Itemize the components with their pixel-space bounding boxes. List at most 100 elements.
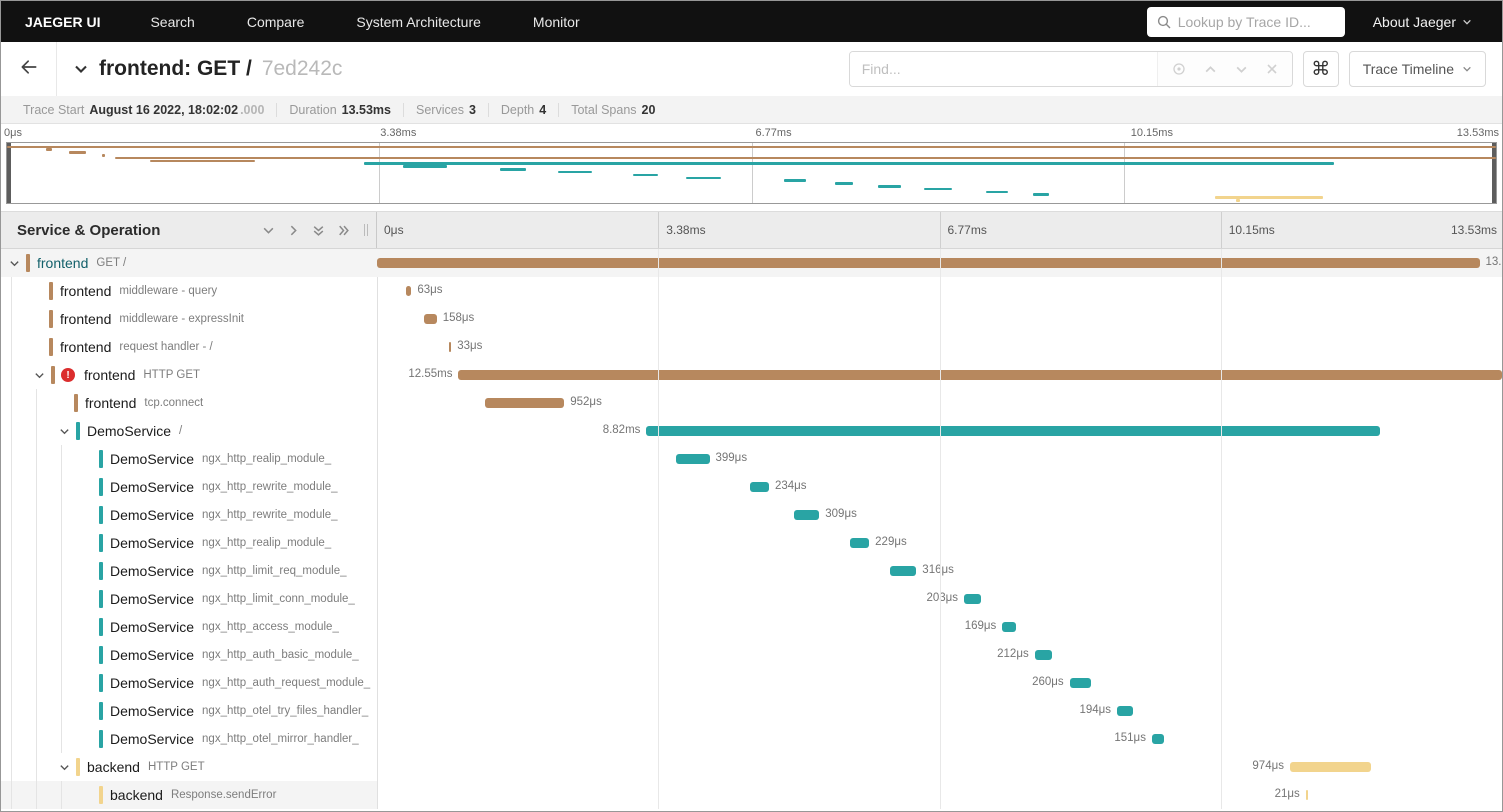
span-row-name-cell[interactable]: ! frontend request handler - /: [1, 333, 377, 361]
span-row-timeline-cell[interactable]: 203μs: [377, 585, 1502, 613]
span-row-name-cell[interactable]: ! frontend middleware - query: [1, 277, 377, 305]
span-row-timeline-cell[interactable]: 309μs: [377, 501, 1502, 529]
span-bar[interactable]: [850, 538, 870, 548]
span-row-timeline-cell[interactable]: 399μs: [377, 445, 1502, 473]
indent-guide: [11, 557, 12, 585]
span-row-timeline-cell[interactable]: 169μs: [377, 613, 1502, 641]
span-row-name-cell[interactable]: ! DemoService ngx_http_access_module_: [1, 613, 377, 641]
span-row-timeline-cell[interactable]: 194μs: [377, 697, 1502, 725]
span-bar[interactable]: [890, 566, 917, 576]
span-row-name-cell[interactable]: ! DemoService ngx_http_limit_req_module_: [1, 557, 377, 585]
trace-id: 7ed242c: [261, 57, 343, 80]
span-bar[interactable]: [1305, 790, 1308, 800]
span-row-name-cell[interactable]: ! DemoService ngx_http_rewrite_module_: [1, 473, 377, 501]
span-bar[interactable]: [646, 426, 1380, 436]
trace-id-lookup-input[interactable]: [1177, 13, 1335, 30]
column-resize-grip[interactable]: [364, 224, 368, 236]
timeline-tick-label: 13.53ms: [1450, 223, 1497, 237]
span-row-timeline-cell[interactable]: 316μs: [377, 557, 1502, 585]
span-row-timeline-cell[interactable]: 234μs: [377, 473, 1502, 501]
span-expand-chevron-icon[interactable]: [34, 370, 51, 381]
prev-result-icon[interactable]: [1204, 63, 1217, 76]
span-bar[interactable]: [377, 258, 1480, 268]
span-row-timeline-cell[interactable]: 151μs: [377, 725, 1502, 753]
span-bar[interactable]: [793, 510, 820, 520]
span-duration-label: 260μs: [1032, 676, 1064, 688]
collapse-one-icon[interactable]: [262, 224, 275, 237]
minimap-span-bar: [686, 176, 721, 180]
span-expand-chevron-icon[interactable]: [9, 258, 26, 269]
keyboard-shortcuts-button[interactable]: ⌘: [1302, 51, 1339, 87]
span-row-timeline-cell[interactable]: 158μs: [377, 305, 1502, 333]
span-bar[interactable]: [1002, 622, 1017, 632]
back-button[interactable]: [1, 42, 57, 96]
expand-all-icon[interactable]: [337, 224, 350, 237]
span-expand-chevron-icon[interactable]: [59, 762, 76, 773]
trace-minimap[interactable]: [6, 142, 1497, 204]
span-bar[interactable]: [749, 482, 769, 492]
trace-view-selector[interactable]: Trace Timeline: [1348, 51, 1486, 87]
span-row-timeline-cell[interactable]: 260μs: [377, 669, 1502, 697]
span-row-timeline-cell[interactable]: 33μs: [377, 333, 1502, 361]
span-row-name-cell[interactable]: ! DemoService ngx_http_otel_try_files_ha…: [1, 697, 377, 725]
minimap-left-handle[interactable]: [7, 143, 11, 203]
span-row-timeline-cell[interactable]: 229μs: [377, 529, 1502, 557]
about-jaeger-menu[interactable]: About Jaeger: [1373, 14, 1472, 30]
span-row-name-cell[interactable]: ! backend HTTP GET: [1, 753, 377, 781]
span-row-name-cell[interactable]: ! DemoService ngx_http_rewrite_module_: [1, 501, 377, 529]
span-row-name-cell[interactable]: ! DemoService ngx_http_limit_conn_module…: [1, 585, 377, 613]
span-row-name-cell[interactable]: ! frontend tcp.connect: [1, 389, 377, 417]
nav-item-search[interactable]: Search: [124, 14, 220, 30]
duration-value: 13.53ms: [341, 102, 392, 117]
find-input[interactable]: [849, 52, 1157, 86]
span-row-name-cell[interactable]: ! DemoService ngx_http_realip_module_: [1, 529, 377, 557]
locate-icon[interactable]: [1172, 62, 1186, 76]
span-bar[interactable]: [1117, 706, 1134, 716]
span-row-timeline-cell[interactable]: 12.55ms: [377, 361, 1502, 389]
span-row-name-cell[interactable]: ! DemoService ngx_http_otel_mirror_handl…: [1, 725, 377, 753]
span-row-name-cell[interactable]: ! frontend middleware - expressInit: [1, 305, 377, 333]
nav-item-compare[interactable]: Compare: [221, 14, 331, 30]
indent-guide: [61, 557, 62, 585]
span-row-timeline-cell[interactable]: 952μs: [377, 389, 1502, 417]
span-bar[interactable]: [1069, 678, 1092, 688]
span-bar[interactable]: [448, 342, 452, 352]
span-row: ! DemoService ngx_http_rewrite_module_ 3…: [1, 501, 1502, 529]
service-name: frontend: [37, 255, 89, 271]
span-row-timeline-cell[interactable]: 63μs: [377, 277, 1502, 305]
span-bar[interactable]: [485, 398, 565, 408]
span-row-name-cell[interactable]: ! backend Response.sendError: [1, 781, 377, 809]
timeline-ticks-header: 0μs 3.38ms 6.77ms 10.15ms 13.53ms: [377, 212, 1502, 248]
collapse-all-icon[interactable]: [312, 224, 325, 237]
span-row-name-cell[interactable]: ! DemoService ngx_http_auth_basic_module…: [1, 641, 377, 669]
next-result-icon[interactable]: [1235, 63, 1248, 76]
span-bar[interactable]: [423, 314, 437, 324]
span-row-name-cell[interactable]: ! frontend GET /: [1, 249, 377, 277]
span-row-timeline-cell[interactable]: 13.53ms: [377, 249, 1502, 277]
span-bar[interactable]: [1151, 734, 1165, 744]
span-row-timeline-cell[interactable]: 21μs: [377, 781, 1502, 809]
collapse-trace-detail-chevron-icon[interactable]: [73, 61, 89, 77]
span-bar[interactable]: [676, 454, 710, 464]
span-row-name-cell[interactable]: ! frontend HTTP GET: [1, 361, 377, 389]
span-row-timeline-cell[interactable]: 8.82ms: [377, 417, 1502, 445]
minimap-gridline: [751, 143, 753, 203]
service-color-bar: [49, 282, 53, 300]
span-bar[interactable]: [406, 286, 412, 296]
span-row-timeline-cell[interactable]: 212μs: [377, 641, 1502, 669]
span-row-name-cell[interactable]: ! DemoService ngx_http_realip_module_: [1, 445, 377, 473]
nav-brand[interactable]: JAEGER UI: [1, 14, 124, 30]
span-expand-chevron-icon[interactable]: [59, 426, 76, 437]
nav-item-system-architecture[interactable]: System Architecture: [330, 14, 507, 30]
span-bar[interactable]: [964, 594, 981, 604]
span-row-name-cell[interactable]: ! DemoService ngx_http_auth_request_modu…: [1, 669, 377, 697]
span-bar[interactable]: [1289, 762, 1371, 772]
expand-one-icon[interactable]: [287, 224, 300, 237]
span-bar[interactable]: [1034, 650, 1053, 660]
span-row-name-cell[interactable]: ! DemoService /: [1, 417, 377, 445]
span-bar[interactable]: [458, 370, 1502, 380]
span-row-timeline-cell[interactable]: 974μs: [377, 753, 1502, 781]
clear-search-icon[interactable]: [1266, 63, 1278, 75]
nav-item-monitor[interactable]: Monitor: [507, 14, 606, 30]
minimap-right-handle[interactable]: [1492, 143, 1496, 203]
